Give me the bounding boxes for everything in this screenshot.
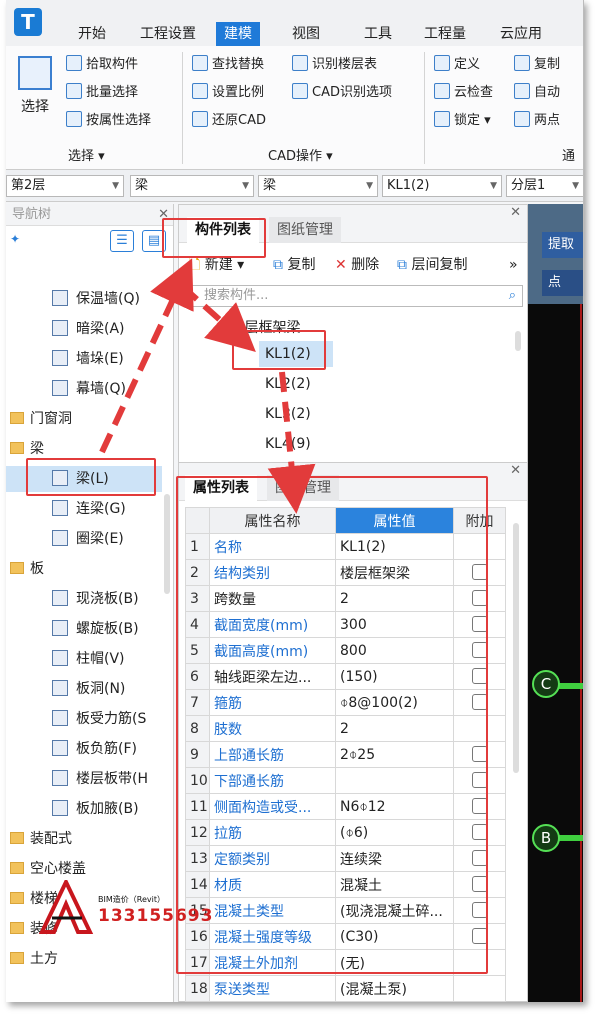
arrow-kl1-to-properties [267, 371, 316, 514]
arrow-beam-to-tab [99, 258, 194, 454]
annotation-arrows [99, 258, 316, 514]
app-window: T 开始 工程设置 建模 视图 工具 工程量 云应用 选择 拾取构件 批量选择 … [6, 0, 584, 1002]
arrow-tab-to-kl1 [180, 283, 256, 352]
